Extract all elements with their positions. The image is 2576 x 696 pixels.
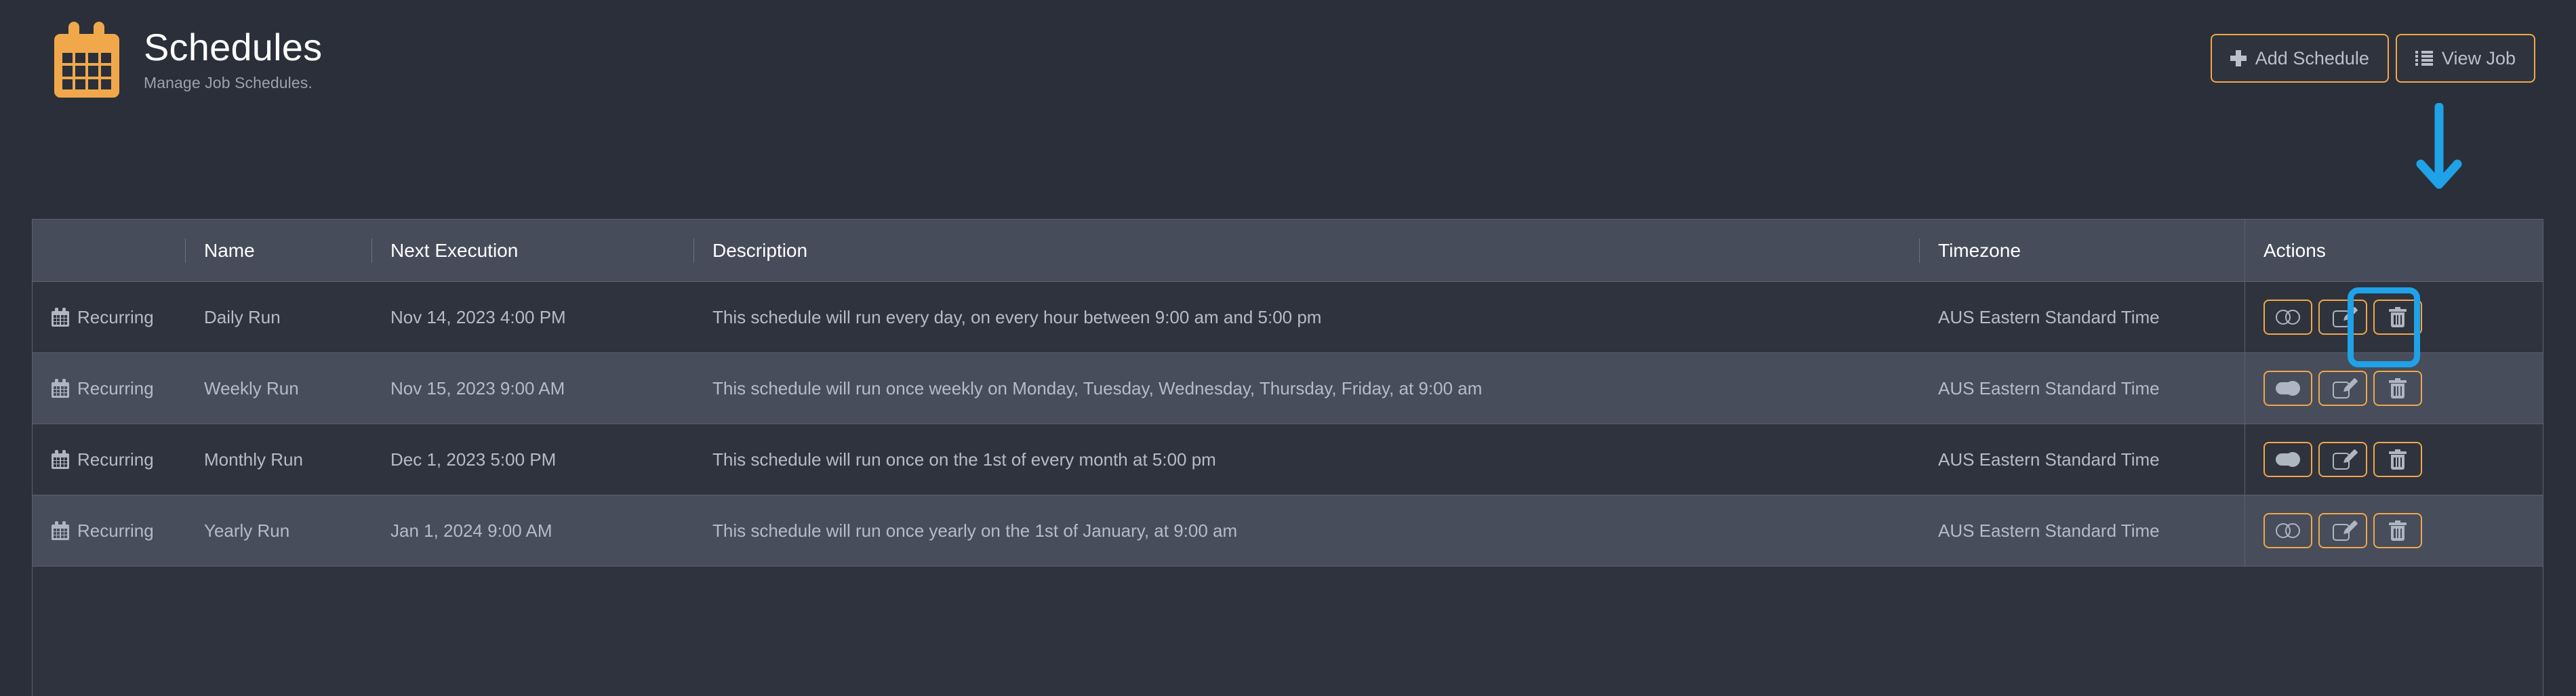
cell-timezone: AUS Eastern Standard Time — [1938, 520, 2160, 541]
type-label: Recurring — [77, 377, 154, 398]
toggle-icon — [2276, 452, 2300, 467]
table-empty-area — [33, 567, 2543, 696]
view-job-label: View Job — [2441, 47, 2516, 68]
column-header-actions[interactable]: Actions — [2245, 220, 2543, 281]
toggle-button[interactable] — [2263, 513, 2312, 548]
toggle-button[interactable] — [2263, 442, 2312, 477]
cell-actions — [2245, 282, 2543, 352]
toggle-icon — [2276, 381, 2300, 396]
column-header-name[interactable]: Name — [185, 220, 371, 281]
edit-button[interactable] — [2318, 513, 2367, 548]
cell-next-execution: Nov 15, 2023 9:00 AM — [390, 377, 565, 398]
cell-type: Recurring — [33, 353, 185, 424]
list-icon — [2415, 51, 2433, 66]
column-header-description[interactable]: Description — [693, 220, 1919, 281]
cell-name: Weekly Run — [204, 377, 299, 398]
titles: Schedules Manage Job Schedules. — [144, 25, 323, 92]
column-header-next-execution[interactable]: Next Execution — [371, 220, 693, 281]
cell-actions — [2245, 424, 2543, 495]
column-header-type[interactable] — [33, 220, 185, 281]
plus-icon — [2230, 50, 2247, 66]
cell-actions — [2245, 495, 2543, 566]
edit-pencil-icon — [2333, 377, 2358, 398]
toggle-icon — [2276, 310, 2300, 325]
cell-description: This schedule will run every day, on eve… — [712, 306, 1322, 327]
edit-button[interactable] — [2318, 300, 2367, 335]
page-title: Schedules — [144, 25, 323, 68]
view-job-button[interactable]: View Job — [2395, 34, 2535, 83]
cell-timezone: AUS Eastern Standard Time — [1938, 449, 2160, 470]
cell-name: Daily Run — [204, 306, 281, 327]
edit-pencil-icon — [2333, 449, 2358, 470]
table-row[interactable]: Recurring Monthly Run Dec 1, 2023 5:00 P… — [33, 424, 2543, 495]
trash-icon — [2389, 520, 2407, 541]
edit-button[interactable] — [2318, 371, 2367, 406]
column-header-timezone[interactable]: Timezone — [1919, 220, 2245, 281]
toggle-button[interactable] — [2263, 371, 2312, 406]
cell-type: Recurring — [33, 495, 185, 566]
toggle-icon — [2276, 523, 2300, 538]
edit-pencil-icon — [2333, 306, 2358, 327]
calendar-icon — [52, 521, 69, 540]
type-label: Recurring — [77, 449, 154, 470]
cell-description: This schedule will run once on the 1st o… — [712, 449, 1216, 470]
trash-icon — [2389, 378, 2407, 398]
table-row[interactable]: Recurring Weekly Run Nov 15, 2023 9:00 A… — [33, 353, 2543, 424]
cell-type: Recurring — [33, 424, 185, 495]
schedules-table: Name Next Execution Description Timezone… — [32, 219, 2543, 696]
edit-pencil-icon — [2333, 520, 2358, 541]
cell-next-execution: Jan 1, 2024 9:00 AM — [390, 520, 552, 541]
cell-actions — [2245, 353, 2543, 424]
trash-icon — [2389, 307, 2407, 327]
header-actions: Add Schedule View Job — [2210, 34, 2535, 83]
edit-button[interactable] — [2318, 442, 2367, 477]
delete-button[interactable] — [2373, 371, 2422, 406]
delete-button[interactable] — [2373, 513, 2422, 548]
add-schedule-label: Add Schedule — [2255, 47, 2369, 68]
calendar-icon — [52, 308, 69, 327]
cell-next-execution: Dec 1, 2023 5:00 PM — [390, 449, 557, 470]
calendar-icon — [52, 379, 69, 398]
cell-timezone: AUS Eastern Standard Time — [1938, 377, 2160, 398]
page-subtitle: Manage Job Schedules. — [144, 74, 313, 92]
trash-icon — [2389, 449, 2407, 470]
cell-next-execution: Nov 14, 2023 4:00 PM — [390, 306, 566, 327]
type-label: Recurring — [77, 520, 154, 541]
calendar-icon — [54, 22, 119, 98]
cell-name: Yearly Run — [204, 520, 290, 541]
table-header-row: Name Next Execution Description Timezone… — [33, 220, 2543, 282]
table-row[interactable]: Recurring Daily Run Nov 14, 2023 4:00 PM… — [33, 282, 2543, 353]
title-block: Schedules Manage Job Schedules. — [54, 22, 322, 98]
add-schedule-button[interactable]: Add Schedule — [2210, 34, 2389, 83]
toggle-button[interactable] — [2263, 300, 2312, 335]
cell-type: Recurring — [33, 282, 185, 352]
calendar-icon — [52, 450, 69, 469]
cell-description: This schedule will run once yearly on th… — [712, 520, 1238, 541]
delete-button[interactable] — [2373, 442, 2422, 477]
table-row[interactable]: Recurring Yearly Run Jan 1, 2024 9:00 AM… — [33, 495, 2543, 567]
schedules-page: Schedules Manage Job Schedules. Add Sche… — [0, 0, 2576, 696]
delete-button[interactable] — [2373, 300, 2422, 335]
cell-name: Monthly Run — [204, 449, 303, 470]
type-label: Recurring — [77, 306, 154, 327]
cell-timezone: AUS Eastern Standard Time — [1938, 306, 2160, 327]
page-header: Schedules Manage Job Schedules. Add Sche… — [0, 0, 2576, 180]
cell-description: This schedule will run once weekly on Mo… — [712, 377, 1483, 398]
